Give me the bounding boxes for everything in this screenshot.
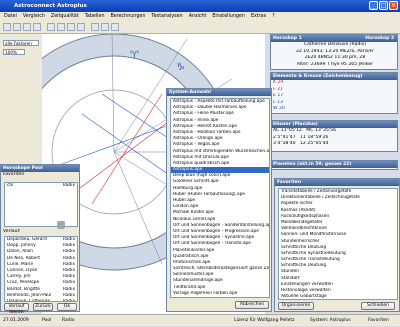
window-titlebar: Astroconnect Astroplus	[0, 0, 400, 12]
new-icon[interactable]	[3, 23, 11, 31]
sign-aries-icon: ♈	[130, 50, 139, 61]
elements-panel: Elemente & Kreuze (Zeichenbezug) K 29 F …	[270, 72, 398, 114]
organize-button[interactable]: Organisieren	[278, 302, 314, 310]
tab-horoscope-2[interactable]: Horoskop 2	[365, 35, 397, 42]
pool-list[interactable]: chi Radix	[4, 182, 78, 227]
favorites-list[interactable]: Transitetabelle / Zeitanvorgetafe Direkti…	[278, 188, 398, 300]
elements-row: W 20	[273, 106, 285, 111]
pool-dialog-title: Horoskope Pool	[1, 165, 79, 172]
menu-ansicht[interactable]: Ansicht	[189, 12, 207, 21]
window-controls: _ □ ×	[369, 1, 398, 10]
save-icon[interactable]	[23, 23, 31, 31]
menu-berechnungen[interactable]: Berechnungen	[110, 12, 145, 21]
compare-icon[interactable]	[57, 23, 65, 31]
pool-header: chi Radix	[7, 183, 75, 188]
factor-select[interactable]: alle Faktoren	[3, 40, 39, 46]
help-icon[interactable]	[111, 23, 119, 31]
system-dialog: System-Auswahl Astroplus - Aspekte mit F…	[166, 88, 272, 312]
houses-panel: Häuser (Placidus) AC 11°05'12 MC 13°35'5…	[270, 120, 398, 152]
menu-bar: Datei Vergleich Zeitqualität Tabellen Be…	[0, 12, 400, 21]
menu-tabellen[interactable]: Tabellen	[85, 12, 105, 21]
history-label: Verlauf:	[3, 229, 21, 234]
table-icon[interactable]	[77, 23, 85, 31]
transit-icon[interactable]	[67, 23, 75, 31]
settings-icon[interactable]	[101, 23, 109, 31]
house-row: 3 4°38'40 12 25°05'44	[273, 141, 329, 146]
status-license: Lizenz für Wolfgang Pelletz	[234, 318, 295, 323]
cancel-button[interactable]: Abbrechen	[235, 301, 269, 309]
status-date: 27.01.2009	[3, 318, 29, 323]
menu-textanalysen[interactable]: Textanalysen	[151, 12, 182, 21]
horoscope-tabs: Horoskop 1 Horoskop 2	[271, 35, 397, 42]
elements-title: Elemente & Kreuze (Zeichenbezug)	[271, 73, 397, 80]
clear-history-button[interactable]: Verlauf leeren	[4, 303, 29, 315]
toolbar	[0, 21, 400, 34]
pool-filter-label: Favoriten	[3, 172, 25, 177]
history-list[interactable]: Depardieu, Gérard Radix Depp, Johnny Radix D…	[4, 236, 78, 302]
planets-title: Planeten (akt.in 59, gesam 22)	[271, 161, 397, 168]
left-tools: alle Faktoren 100%	[0, 34, 42, 164]
system-list-item[interactable]: Vorlage Allgemein Weiß.ape	[171, 297, 269, 298]
close-button[interactable]: Schließen	[361, 302, 395, 310]
pool-dialog: Horoskope Pool Favoriten chi Radix Verlau…	[0, 164, 80, 315]
ok-button[interactable]: Ok	[57, 303, 77, 311]
favorites-dialog: Favoriten Transitetabelle / Zeitanvorget…	[274, 178, 400, 312]
tab-horoscope-1[interactable]: Horoskop 1	[273, 36, 302, 41]
text-icon[interactable]	[91, 23, 99, 31]
system-list-item[interactable]: Astroplus mit stimmigenden Wurzelsachen.…	[171, 149, 269, 155]
horoscope-extra: Alter: 23699 T hye 95 265 JAnker	[296, 61, 374, 67]
maximize-icon[interactable]: □	[379, 1, 388, 10]
print-icon[interactable]	[33, 23, 41, 31]
trash-icon[interactable]	[57, 221, 65, 229]
menu-datei[interactable]: Datei	[4, 12, 17, 21]
menu-extras[interactable]: Extras	[251, 12, 266, 21]
menu-help[interactable]: ?	[272, 12, 275, 21]
system-dialog-title: System-Auswahl	[167, 89, 271, 96]
sign-capricorn-icon: ♑	[176, 62, 185, 73]
back-button[interactable]: Zurück	[33, 303, 53, 311]
history-list-item[interactable]: Deneuve, Catherine Radix	[5, 299, 77, 301]
houses-title: Häuser (Placidus)	[271, 121, 397, 128]
minimize-icon[interactable]: _	[369, 1, 378, 10]
planets-panel: Planeten (akt.in 59, gesam 22)	[270, 160, 398, 170]
horoscope-info-panel: Horoskop 1 Horoskop 2 Catherine Deneuve …	[270, 34, 398, 70]
status-system: System: Astroplus	[310, 318, 351, 323]
window-title: Astroconnect Astroplus	[14, 3, 87, 9]
status-mode: Radix	[62, 318, 75, 323]
status-bar: 27.01.2009 Pool Radix Lizenz für Wolfgan…	[0, 314, 400, 326]
status-favorites: Favoriten	[368, 318, 389, 323]
menu-vergleich[interactable]: Vergleich	[23, 12, 45, 21]
zoom-select[interactable]: 100%	[3, 49, 25, 55]
menu-einstellungen[interactable]: Einstellungen	[212, 12, 245, 21]
system-list[interactable]: Astroplus - Aspekte mit Farbaufteilung.a…	[170, 98, 270, 298]
favorites-list-item[interactable]: Aktuelle Geburtstage	[279, 294, 397, 299]
open-icon[interactable]	[13, 23, 21, 31]
favorites-dialog-title: Favoriten	[275, 179, 399, 186]
close-icon[interactable]: ×	[389, 1, 398, 10]
menu-zeitqualitaet[interactable]: Zeitqualität	[51, 12, 79, 21]
chart-icon[interactable]	[47, 23, 55, 31]
status-pool: Pool	[42, 318, 52, 323]
